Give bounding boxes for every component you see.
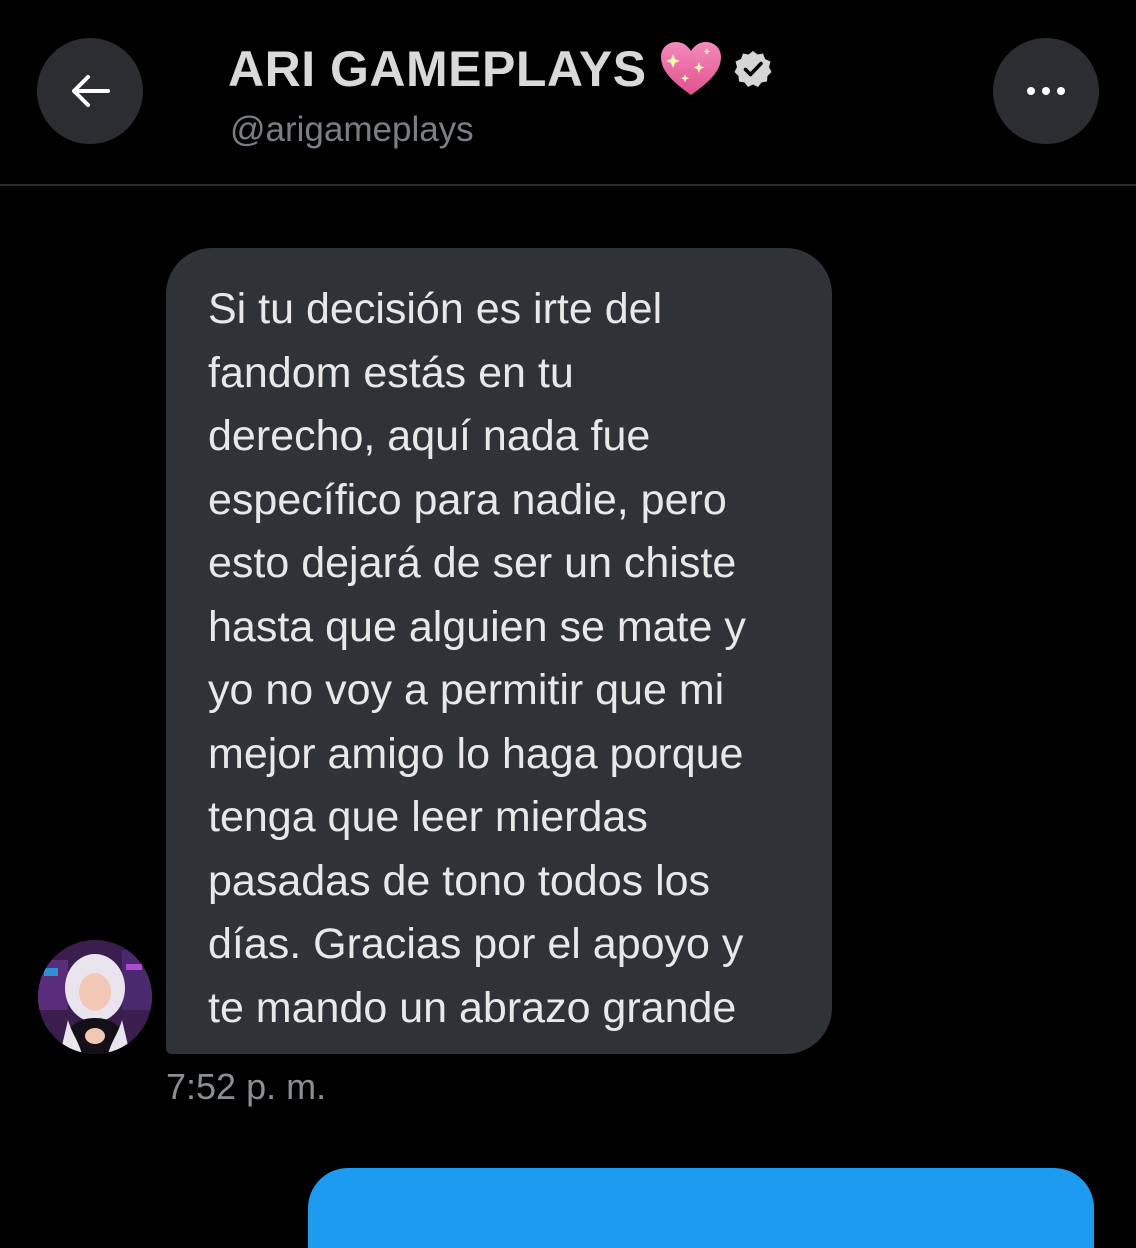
verified-badge-icon bbox=[734, 51, 772, 87]
more-options-button[interactable] bbox=[993, 38, 1099, 144]
message-text: Si tu decisión es irte del fandom estás … bbox=[208, 285, 746, 1032]
display-name: ARI GAMEPLAYS bbox=[228, 41, 647, 97]
header-title-row[interactable]: ARI GAMEPLAYS bbox=[228, 38, 773, 100]
conversation-header: ARI GAMEPLAYS @arigameplays bbox=[0, 0, 1136, 184]
sparkling-heart-icon bbox=[660, 42, 721, 95]
header-divider bbox=[0, 184, 1136, 186]
arrow-left-icon bbox=[72, 75, 110, 107]
more-horizontal-icon bbox=[1027, 87, 1065, 95]
back-button[interactable] bbox=[37, 38, 143, 144]
avatar-picture bbox=[38, 940, 152, 1054]
sent-message-bubble[interactable] bbox=[308, 1168, 1094, 1248]
message-timestamp: 7:52 p. m. bbox=[166, 1066, 327, 1107]
user-avatar[interactable] bbox=[38, 940, 152, 1054]
received-message-bubble[interactable]: Si tu decisión es irte del fandom estás … bbox=[166, 248, 832, 1054]
username-handle: @arigameplays bbox=[230, 110, 474, 149]
